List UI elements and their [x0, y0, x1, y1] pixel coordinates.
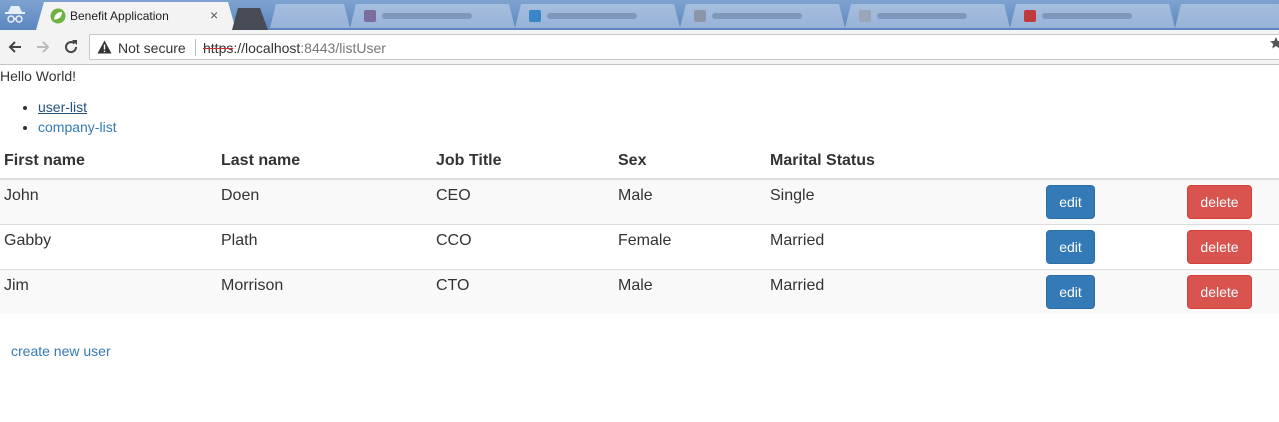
edit-button[interactable]: edit	[1046, 229, 1095, 264]
reload-icon[interactable]	[62, 38, 80, 56]
cell-job-title: CEO	[432, 179, 614, 224]
edit-button[interactable]: edit	[1046, 185, 1095, 219]
cell-edit: edit	[1042, 179, 1183, 224]
nav-item-user-list: user-list	[38, 97, 117, 117]
background-tab[interactable]	[350, 4, 515, 28]
cell-edit: edit	[1042, 268, 1183, 314]
nav-list: user-list company-list	[38, 97, 117, 137]
table-header-row: First name Last name Job Title Sex Marit…	[0, 143, 1279, 180]
background-tab[interactable]	[1175, 4, 1279, 28]
spring-leaf-icon	[50, 8, 66, 24]
cell-last-name: Morrison	[217, 268, 432, 314]
tab-title: Benefit Application	[70, 9, 169, 23]
background-tab[interactable]	[270, 4, 350, 28]
cell-delete: delete	[1183, 179, 1279, 224]
url-host: ://localhost	[233, 40, 301, 56]
warning-icon	[97, 40, 112, 54]
close-tab-icon[interactable]: ×	[210, 7, 218, 23]
company-list-link[interactable]: company-list	[38, 119, 117, 135]
column-header-job-title: Job Title	[432, 143, 614, 180]
column-header-sex: Sex	[614, 143, 766, 180]
background-tab[interactable]	[515, 4, 680, 28]
delete-button[interactable]: delete	[1187, 274, 1252, 309]
background-tab[interactable]	[845, 4, 1010, 28]
cell-delete: delete	[1183, 268, 1279, 314]
create-new-user-link[interactable]: create new user	[11, 343, 111, 359]
address-bar[interactable]: Not secure https://localhost:8443/listUs…	[89, 34, 1279, 60]
page-content: Hello World! user-list company-list Firs…	[0, 66, 1279, 422]
cell-job-title: CTO	[432, 268, 614, 314]
column-header-edit	[1042, 143, 1183, 180]
forward-arrow-icon[interactable]	[34, 38, 52, 56]
greeting-text: Hello World!	[0, 68, 76, 84]
security-label[interactable]: Not secure	[118, 40, 186, 56]
cell-marital-status: Married	[766, 268, 1042, 314]
cell-edit: edit	[1042, 223, 1183, 269]
url-text[interactable]: https://localhost:8443/listUser	[203, 40, 386, 56]
separator	[195, 39, 196, 56]
browser-toolbar: Not secure https://localhost:8443/listUs…	[0, 30, 1279, 65]
column-header-last-name: Last name	[217, 143, 432, 180]
edit-button[interactable]: edit	[1046, 274, 1095, 309]
background-tab[interactable]	[1010, 4, 1175, 28]
cell-sex: Male	[614, 179, 766, 224]
cell-first-name: John	[0, 179, 217, 224]
back-arrow-icon[interactable]	[6, 38, 24, 56]
cell-last-name: Doen	[217, 179, 432, 224]
column-header-marital-status: Marital Status	[766, 143, 1042, 180]
tab-strip: Benefit Application ×	[0, 0, 1279, 30]
column-header-first-name: First name	[0, 143, 217, 180]
tab-benefit-application[interactable]: Benefit Application ×	[36, 2, 236, 30]
table-row: John Doen CEO Male Single edit delete	[0, 179, 1279, 224]
new-tab-button[interactable]	[232, 2, 268, 30]
cell-marital-status: Married	[766, 223, 1042, 269]
nav-item-company-list: company-list	[38, 117, 117, 137]
user-list-link[interactable]: user-list	[38, 99, 87, 115]
bookmark-star-icon[interactable]	[1269, 36, 1279, 50]
cell-last-name: Plath	[217, 223, 432, 269]
cell-first-name: Jim	[0, 268, 217, 314]
cell-first-name: Gabby	[0, 223, 217, 269]
cell-marital-status: Single	[766, 179, 1042, 224]
column-header-delete	[1183, 143, 1279, 180]
cell-sex: Male	[614, 268, 766, 314]
cell-job-title: CCO	[432, 223, 614, 269]
users-table: First name Last name Job Title Sex Marit…	[0, 143, 1279, 314]
url-path: :8443/listUser	[300, 40, 386, 56]
background-tab[interactable]	[680, 4, 845, 28]
cell-delete: delete	[1183, 223, 1279, 269]
url-scheme: https	[203, 40, 234, 56]
table-row: Gabby Plath CCO Female Married edit dele…	[0, 223, 1279, 269]
delete-button[interactable]: delete	[1187, 185, 1252, 219]
table-row: Jim Morrison CTO Male Married edit delet…	[0, 268, 1279, 314]
delete-button[interactable]: delete	[1187, 229, 1252, 264]
cell-sex: Female	[614, 223, 766, 269]
incognito-icon	[5, 6, 25, 23]
